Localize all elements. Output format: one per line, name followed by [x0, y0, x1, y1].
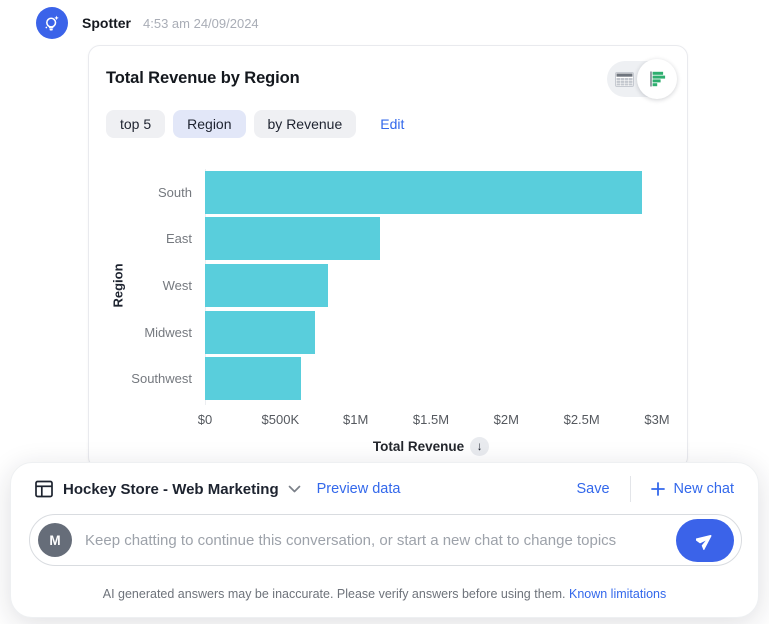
chips-row: top 5 Region by Revenue Edit — [106, 110, 404, 138]
message-timestamp: 4:53 am 24/09/2024 — [143, 16, 259, 31]
send-button[interactable] — [676, 519, 734, 562]
bar-track — [205, 217, 657, 260]
bar-track — [205, 311, 657, 354]
chart-row-east: East — [106, 216, 657, 263]
chip-region[interactable]: Region — [173, 110, 245, 138]
bar-chart-view-button[interactable] — [637, 59, 677, 99]
x-tick-label: $500K — [262, 412, 300, 427]
x-tick-label: $2.5M — [564, 412, 600, 427]
spotter-name: Spotter — [82, 15, 131, 31]
bar-chart-view-icon — [647, 69, 667, 89]
chat-input[interactable] — [85, 532, 665, 549]
worksheet-icon — [35, 480, 53, 498]
bar-track — [205, 171, 657, 214]
y-axis-title: Region — [110, 169, 126, 402]
chart-row-south: South — [106, 169, 657, 216]
vertical-divider — [630, 476, 631, 502]
x-tick-label: $2M — [494, 412, 519, 427]
spotter-avatar — [36, 7, 68, 39]
table-view-button[interactable] — [607, 61, 641, 97]
chart-row-southwest: Southwest — [106, 355, 657, 402]
datasource-row: Hockey Store - Web Marketing Preview dat… — [35, 476, 734, 502]
spotter-page: Spotter 4:53 am 24/09/2024 Total Revenue… — [0, 0, 769, 624]
bar-west[interactable] — [205, 264, 328, 307]
bar-track — [205, 264, 657, 307]
chart-rows: Region SouthEastWestMidwestSouthwest — [106, 169, 657, 402]
bar-east[interactable] — [205, 217, 380, 260]
chat-input-container: M — [29, 514, 742, 566]
new-chat-button[interactable]: New chat — [651, 481, 734, 497]
bar-midwest[interactable] — [205, 311, 315, 354]
table-view-icon — [615, 72, 634, 87]
bar-southwest[interactable] — [205, 357, 301, 400]
bar-chart: Region SouthEastWestMidwestSouthwest $0 $… — [106, 169, 657, 456]
x-axis-title: Total Revenue ↓ — [205, 437, 657, 456]
send-icon — [696, 531, 715, 550]
new-chat-label: New chat — [674, 481, 734, 497]
x-tick-label: $0 — [198, 412, 212, 427]
save-button[interactable]: Save — [576, 481, 609, 497]
bar-south[interactable] — [205, 171, 642, 214]
x-axis-title-text: Total Revenue — [373, 439, 464, 454]
disclaimer: AI generated answers may be inaccurate. … — [11, 587, 758, 601]
chip-top-5[interactable]: top 5 — [106, 110, 165, 138]
answer-card: Total Revenue by Region — [88, 45, 688, 469]
lightbulb-sparkle-icon — [42, 13, 62, 33]
edit-link[interactable]: Edit — [380, 116, 404, 132]
x-tick-label: $3M — [644, 412, 669, 427]
user-avatar: M — [38, 523, 72, 557]
disclaimer-text: AI generated answers may be inaccurate. … — [103, 587, 566, 601]
chart-title: Total Revenue by Region — [106, 69, 300, 88]
preview-data-link[interactable]: Preview data — [317, 481, 401, 497]
view-toggle — [607, 61, 675, 97]
chevron-down-icon[interactable] — [288, 485, 301, 493]
x-axis: $0$500K$1M$1.5M$2M$2.5M$3M — [205, 412, 657, 430]
chart-row-west: West — [106, 262, 657, 309]
actions-group: Save New chat — [576, 476, 734, 502]
plus-icon — [651, 482, 665, 496]
message-header: Spotter 4:53 am 24/09/2024 — [36, 7, 259, 39]
chip-by-revenue[interactable]: by Revenue — [254, 110, 357, 138]
chart-row-midwest: Midwest — [106, 309, 657, 356]
x-tick-label: $1M — [343, 412, 368, 427]
datasource-name[interactable]: Hockey Store - Web Marketing — [63, 481, 279, 498]
bar-track — [205, 357, 657, 400]
chat-panel: Hockey Store - Web Marketing Preview dat… — [10, 462, 759, 618]
known-limitations-link[interactable]: Known limitations — [569, 587, 666, 601]
sort-descending-icon[interactable]: ↓ — [470, 437, 489, 456]
x-tick-label: $1.5M — [413, 412, 449, 427]
